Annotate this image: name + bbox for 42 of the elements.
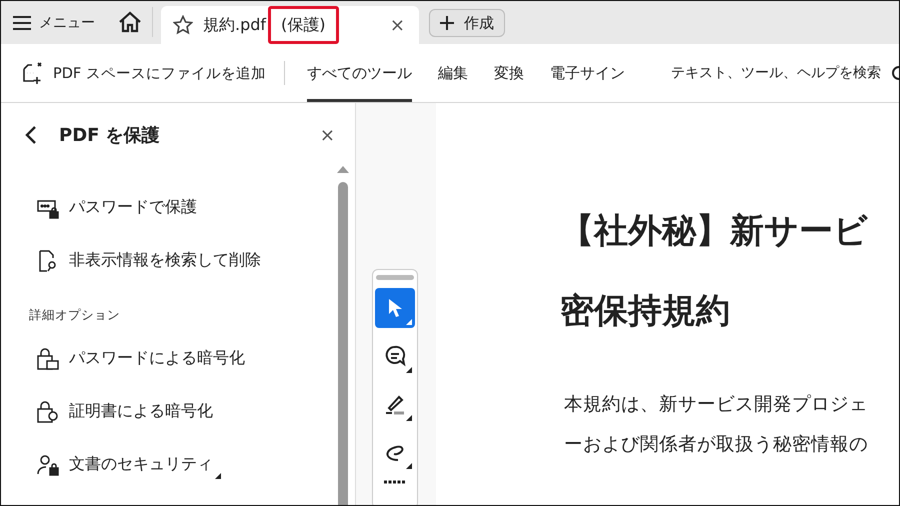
user-lock-icon — [37, 454, 59, 476]
body-text: 本規約は、新サービス開発プロジェ — [564, 393, 869, 417]
star-icon — [173, 15, 193, 35]
menu-icon — [13, 16, 31, 30]
tool-item[interactable]: パスワードによる暗号化 — [29, 332, 253, 385]
dropdown-corner-icon — [406, 463, 412, 469]
tab-title: 規約.pdf — [203, 14, 266, 36]
document-heading: 【社外秘】新サービ — [560, 210, 869, 253]
scrollbar-thumb[interactable] — [338, 182, 348, 505]
document-tab[interactable]: 規約.pdf (保護) × — [161, 6, 419, 44]
highlighter-icon — [384, 393, 406, 415]
search-field[interactable]: テキスト、ツール、ヘルプを検索 — [671, 65, 885, 81]
close-button[interactable]: × — [386, 14, 409, 36]
menu-button[interactable]: メニュー — [1, 1, 107, 44]
toolbar-tab[interactable]: 編集 — [438, 44, 468, 102]
tool-item[interactable]: 証明書による暗号化 — [29, 385, 221, 438]
drag-handle[interactable] — [376, 275, 414, 280]
pointer-icon — [386, 298, 404, 318]
comment-icon — [384, 345, 406, 367]
lock-icon — [37, 348, 59, 370]
more-icon[interactable] — [384, 480, 406, 484]
create-button[interactable]: 作成 — [429, 9, 505, 37]
scroll-up-icon[interactable] — [337, 165, 349, 173]
tool-item[interactable]: 非表示情報を検索して削除 — [29, 234, 269, 287]
plus-icon — [440, 16, 454, 30]
home-icon — [118, 11, 142, 33]
dropdown-corner-icon — [406, 319, 412, 325]
toolbar-tab[interactable]: 電子サイン — [550, 44, 625, 102]
section-heading: 詳細オプション — [29, 307, 120, 324]
back-icon[interactable] — [25, 125, 37, 145]
document-heading: 密保持規約 — [560, 290, 731, 333]
toolbar-tab[interactable]: 変換 — [494, 44, 524, 102]
highlighted-text: (保護) — [268, 6, 339, 44]
tool-item[interactable]: 文書のセキュリティ — [29, 438, 221, 491]
lock-certificate-icon — [37, 400, 59, 422]
add-file-button[interactable]: PDF スペースにファイルを追加 — [21, 44, 266, 102]
dropdown-corner-icon — [406, 415, 412, 421]
dropdown-corner-icon — [406, 367, 412, 373]
tool-item[interactable]: パスワードで保護 — [29, 181, 205, 234]
close-button[interactable]: × — [316, 124, 339, 146]
panel-title: PDF を保護 — [59, 124, 161, 147]
body-text: ーおよび関係者が取扱う秘密情報の — [564, 433, 869, 457]
